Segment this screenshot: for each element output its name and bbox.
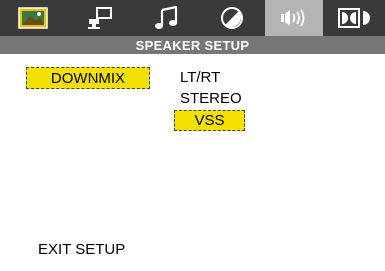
dolby-icon xyxy=(338,8,372,28)
tab-bar xyxy=(0,0,385,36)
option-ltrt[interactable]: LT/RT xyxy=(180,69,220,86)
music-note-icon xyxy=(154,6,180,30)
menu-item-label: DOWNMIX xyxy=(50,69,126,87)
tab-speaker[interactable] xyxy=(265,0,323,36)
option-label: VSS xyxy=(194,112,225,129)
contrast-icon xyxy=(220,6,244,30)
page-title: SPEAKER SETUP xyxy=(135,38,250,53)
tab-video[interactable] xyxy=(205,0,259,36)
speaker-icon xyxy=(279,8,309,28)
tab-dolby[interactable] xyxy=(328,0,382,36)
tab-language[interactable] xyxy=(73,0,127,36)
menu-item-downmix[interactable]: DOWNMIX xyxy=(26,67,150,89)
language-setup-icon xyxy=(86,6,114,30)
tab-audio[interactable] xyxy=(140,0,194,36)
picture-icon xyxy=(18,7,48,29)
exit-setup-button[interactable]: EXIT SETUP xyxy=(38,241,125,258)
tab-picture[interactable] xyxy=(6,0,60,36)
option-vss[interactable]: VSS xyxy=(174,110,245,131)
option-stereo[interactable]: STEREO xyxy=(180,90,242,107)
